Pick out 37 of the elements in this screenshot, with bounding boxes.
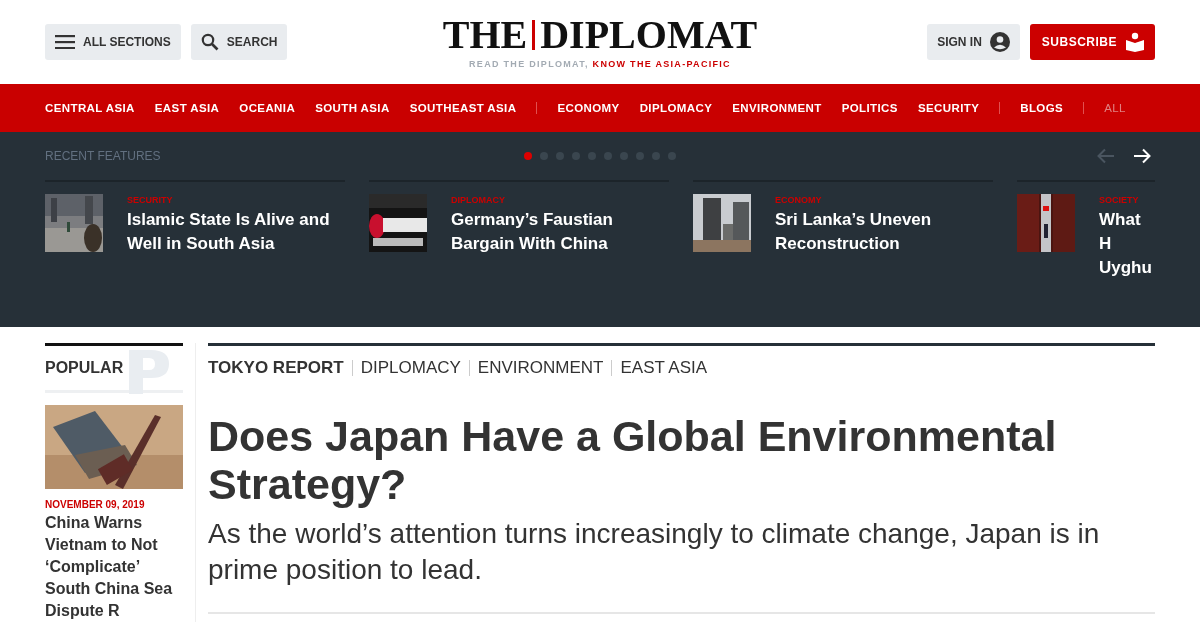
feature-title-link[interactable]: Germany’s Faustian Bargain With China <box>451 208 669 256</box>
section-heading: RECENT FEATURES <box>45 149 161 163</box>
popular-article-link[interactable]: China Warns Vietnam to Not ‘Complicate’ South China Sea Dispute R <box>45 512 183 622</box>
site-logo[interactable]: THE DIPLOMAT <box>442 15 758 55</box>
nav-link[interactable]: SOUTH ASIA <box>315 102 390 114</box>
nav-link[interactable]: BLOGS <box>1020 102 1064 114</box>
search-button[interactable]: SEARCH <box>190 24 288 60</box>
subscribe-button[interactable]: SUBSCRIBE <box>1029 24 1155 60</box>
menu-icon <box>55 35 75 49</box>
nav-link[interactable]: SOUTHEAST ASIA <box>409 102 517 114</box>
tagline: READ THE DIPLOMAT, KNOW THE ASIA-PACIFIC <box>469 59 731 69</box>
nav-link[interactable]: ECONOMY <box>557 102 620 114</box>
next-arrow-icon[interactable] <box>1133 148 1151 164</box>
sign-in-button[interactable]: SIGN IN <box>927 24 1020 60</box>
nav-link[interactable]: POLITICS <box>841 102 898 114</box>
feature-title-link[interactable]: What H Uyghu <box>1099 208 1155 280</box>
category-link[interactable]: DIPLOMACY <box>360 358 461 378</box>
nav-link[interactable]: DIPLOMACY <box>639 102 713 114</box>
nav-link[interactable]: SECURITY <box>917 102 980 114</box>
category-link[interactable]: TOKYO REPORT <box>208 358 344 378</box>
all-sections-button[interactable]: ALL SECTIONS <box>45 24 181 60</box>
user-icon <box>989 32 1010 52</box>
category-link[interactable]: ENVIRONMENT <box>477 358 604 378</box>
article-date: NOVEMBER 09, 2019 <box>45 499 145 510</box>
nav-link[interactable]: EAST ASIA <box>154 102 220 114</box>
nav-link[interactable]: OCEANIA <box>239 102 296 114</box>
carousel-dot[interactable] <box>524 152 532 160</box>
category-link[interactable]: EAST ASIA <box>620 358 708 378</box>
popular-heading: POPULAR <box>45 359 124 377</box>
article-title: Does Japan Have a Global Environmental Strategy? <box>208 412 1058 508</box>
feature-title-link[interactable]: Sri Lanka’s Uneven Reconstruction <box>775 208 993 256</box>
book-reader-icon <box>1125 32 1145 52</box>
feature-title-link[interactable]: Islamic State Is Alive and Well in South Asia <box>127 208 345 256</box>
nav-link[interactable]: CENTRAL ASIA <box>45 102 135 114</box>
search-icon <box>200 33 219 51</box>
article-subtitle: As the world’s attention turns increasingly to climate change, Japan is in prime position to lead. <box>208 517 1101 587</box>
nav-link[interactable]: ENVIRONMENT <box>732 102 822 114</box>
